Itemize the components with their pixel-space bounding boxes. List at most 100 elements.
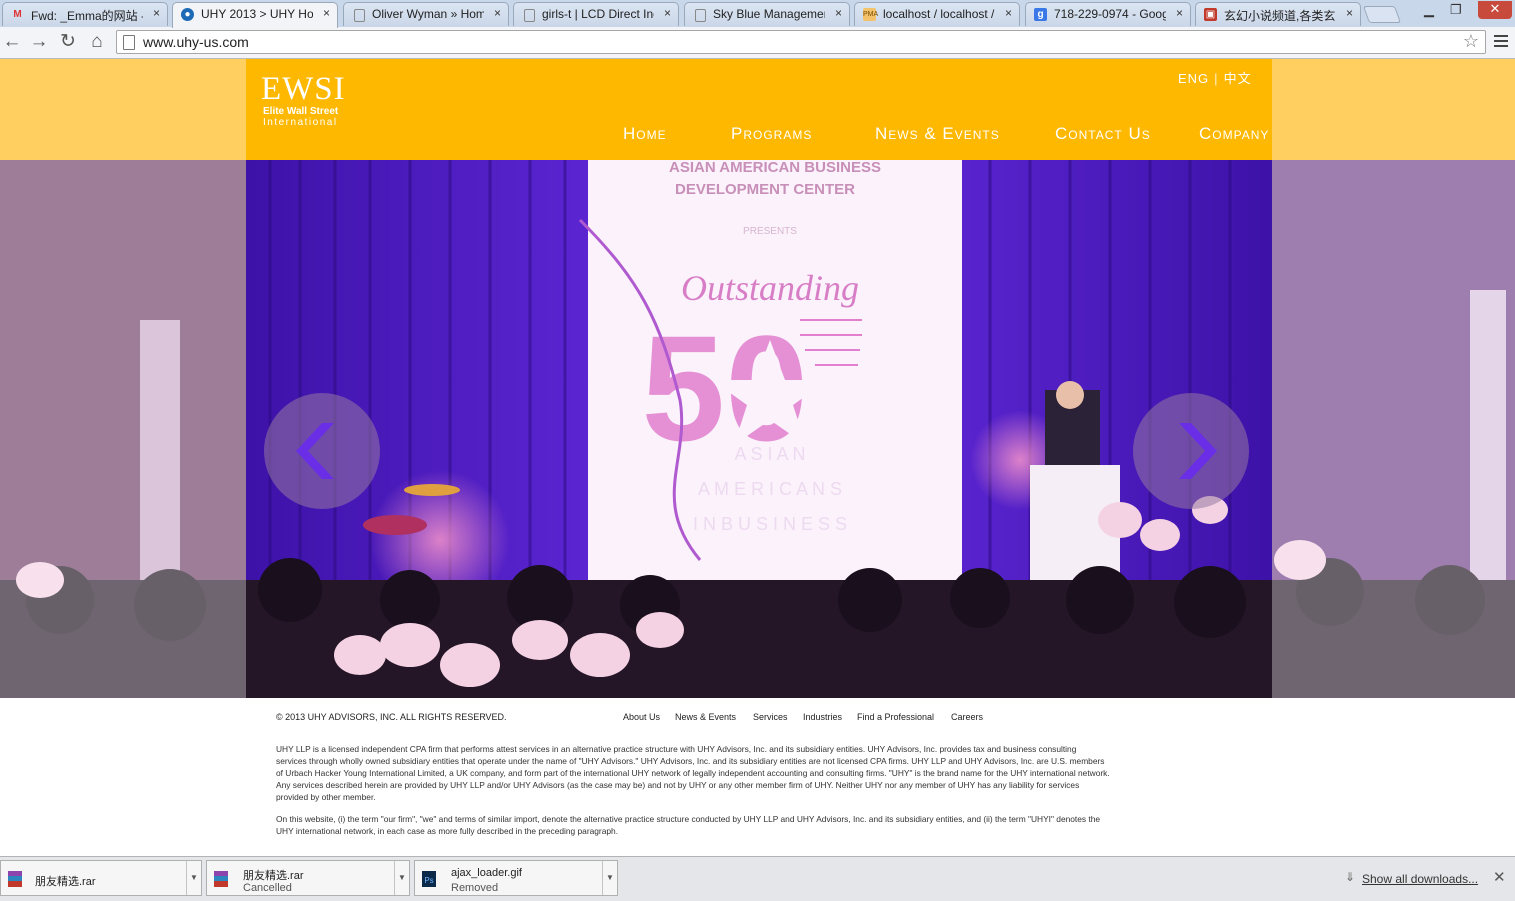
download-arrow-icon: ⇓	[1345, 870, 1356, 884]
definition-line: UHY international network, in each case …	[276, 826, 619, 836]
nav-programs[interactable]: Programs	[731, 124, 812, 144]
gmail-icon: M	[13, 9, 22, 20]
url-text[interactable]: www.uhy-us.com	[143, 34, 249, 50]
slide-prev-button[interactable]	[264, 393, 380, 509]
footer-link-careers[interactable]: Careers	[951, 712, 983, 722]
close-icon[interactable]: ×	[664, 6, 671, 20]
disclaimer-line: of Urbach Hacker Young International Lim…	[276, 768, 1110, 778]
close-icon[interactable]: ×	[1005, 6, 1012, 20]
footer-link-news-events[interactable]: News & Events	[675, 712, 736, 722]
new-tab-button[interactable]	[1362, 6, 1402, 23]
download-item[interactable]: Ps ajax_loader.gif Removed ▼	[414, 860, 618, 896]
footer-link-services[interactable]: Services	[753, 712, 788, 722]
download-filename: ajax_loader.gif	[451, 867, 522, 879]
definition-line: On this website, (i) the term "our firm"…	[276, 814, 1101, 824]
phpmyadmin-icon: PMA	[863, 8, 878, 21]
nav-company[interactable]: Company	[1199, 124, 1269, 144]
tab-localhost[interactable]: PMA localhost / localhost / ×	[854, 2, 1020, 26]
language-switch: ENG | 中文	[1178, 68, 1252, 87]
disclaimer-line: Any services described herein are provid…	[276, 780, 1080, 790]
close-icon[interactable]: ×	[323, 6, 330, 20]
tab-title: Fwd: _Emma的网站 -	[31, 9, 143, 23]
close-icon[interactable]: ×	[1346, 6, 1353, 20]
address-bar[interactable]: www.uhy-us.com ☆	[116, 30, 1486, 54]
page-icon	[695, 9, 706, 22]
disclaimer-line: UHY LLP is a licensed independent CPA fi…	[276, 744, 1077, 754]
site-header: EWSI Elite Wall Street International ENG…	[246, 59, 1272, 160]
browser-toolbar: ← → ↻ ⌂ www.uhy-us.com ☆	[0, 27, 1515, 59]
disclaimer-line: provided by other member.	[276, 792, 376, 802]
site-icon: ▣	[1204, 8, 1217, 21]
window-close-icon[interactable]: ✕	[1478, 1, 1512, 19]
tab-title: 玄幻小说频道,各类玄幻	[1224, 9, 1336, 23]
close-icon[interactable]: ×	[835, 6, 842, 20]
browser-tab-strip: M Fwd: _Emma的网站 - × ● UHY 2013 > UHY Hom…	[0, 0, 1515, 28]
tab-xuanhuan[interactable]: ▣ 玄幻小说频道,各类玄幻 ×	[1195, 2, 1361, 26]
rar-file-icon	[214, 871, 228, 887]
disclaimer-line: services through wholly owned subsidiary…	[276, 756, 1105, 766]
lang-zh-link[interactable]: 中文	[1224, 71, 1252, 86]
chevron-left-icon	[296, 423, 334, 479]
google-icon: g	[1034, 8, 1047, 21]
photoshop-file-icon: Ps	[422, 871, 436, 887]
copyright-text: © 2013 UHY ADVISORS, INC. ALL RIGHTS RES…	[276, 712, 507, 722]
bookmark-star-icon[interactable]: ☆	[1463, 31, 1479, 52]
svg-text:Ps: Ps	[424, 876, 433, 885]
close-icon[interactable]: ×	[494, 6, 501, 20]
hero-side-overlay-left	[0, 160, 246, 698]
hero-side-overlay-right	[1272, 160, 1515, 698]
lang-separator: |	[1214, 71, 1219, 86]
hero-slideshow: ASIAN AMERICAN BUSINESS DEVELOPMENT CENT…	[0, 160, 1515, 698]
close-shelf-icon[interactable]: ✕	[1493, 868, 1506, 886]
tab-gmail[interactable]: M Fwd: _Emma的网站 - ×	[2, 2, 168, 26]
tab-oliver-wyman[interactable]: Oliver Wyman » Hom ×	[343, 2, 509, 26]
footer-link-about-us[interactable]: About Us	[623, 712, 660, 722]
logo[interactable]: EWSI	[261, 71, 346, 108]
page-icon	[524, 9, 535, 22]
home-icon[interactable]: ⌂	[86, 31, 108, 53]
chevron-down-icon[interactable]: ▼	[602, 861, 617, 895]
minimize-icon[interactable]: ▁	[1424, 2, 1434, 18]
chevron-right-icon	[1179, 423, 1217, 479]
tab-title: 718-229-0974 - Google	[1054, 7, 1166, 21]
disclaimer-paragraph: UHY LLP is a licensed independent CPA fi…	[276, 743, 1236, 803]
tab-title: UHY 2013 > UHY Hom	[201, 7, 313, 21]
tab-girls-t[interactable]: girls-t | LCD Direct Inc ×	[513, 2, 679, 26]
tab-title: Sky Blue Managemen	[713, 7, 825, 21]
rar-file-icon	[8, 871, 22, 887]
download-item[interactable]: 朋友精选.rar Cancelled ▼	[206, 860, 410, 896]
close-icon[interactable]: ×	[1176, 6, 1183, 20]
nav-contact-us[interactable]: Contact Us	[1055, 124, 1151, 144]
tab-title: localhost / localhost /	[883, 7, 995, 21]
back-icon[interactable]: ←	[1, 31, 23, 53]
chevron-down-icon[interactable]: ▼	[186, 861, 201, 895]
uhy-icon: ●	[181, 8, 194, 21]
lang-eng-link[interactable]: ENG	[1178, 71, 1209, 86]
close-icon[interactable]: ×	[153, 6, 160, 20]
nav-home[interactable]: Home	[623, 124, 667, 144]
banner-line-1: ASIAN AMERICAN BUSINESS	[669, 160, 881, 176]
download-item[interactable]: 朋友精选.rar ▼	[0, 860, 202, 896]
slide-next-button[interactable]	[1133, 393, 1249, 509]
tab-title: girls-t | LCD Direct Inc	[542, 7, 654, 21]
chrome-menu-icon[interactable]	[1494, 35, 1508, 49]
web-page: EWSI Elite Wall Street International ENG…	[0, 59, 1515, 856]
tab-uhy[interactable]: ● UHY 2013 > UHY Hom ×	[172, 2, 338, 28]
maximize-icon[interactable]: ❐	[1450, 2, 1462, 18]
banner-script: Outstanding	[681, 268, 859, 308]
banner-line-2: DEVELOPMENT CENTER	[675, 181, 855, 198]
nav-news-events[interactable]: News & Events	[875, 124, 1000, 144]
chevron-down-icon[interactable]: ▼	[394, 861, 409, 895]
tab-google[interactable]: g 718-229-0974 - Google ×	[1025, 2, 1191, 26]
footer-link-industries[interactable]: Industries	[803, 712, 842, 722]
page-icon	[354, 9, 365, 22]
banner-bottom-2: A M E R I C A N S	[698, 479, 842, 499]
forward-icon[interactable]: →	[28, 31, 50, 53]
tab-sky-blue[interactable]: Sky Blue Managemen ×	[684, 2, 850, 26]
show-all-downloads-link[interactable]: Show all downloads...	[1362, 872, 1478, 886]
footer-link-find-professional[interactable]: Find a Professional	[857, 712, 934, 722]
download-shelf: 朋友精选.rar ▼ 朋友精选.rar Cancelled ▼ Ps ajax_…	[0, 856, 1515, 901]
tab-title: Oliver Wyman » Hom	[372, 7, 484, 21]
reload-icon[interactable]: ↻	[57, 31, 79, 53]
banner-presents: PRESENTS	[743, 226, 797, 237]
